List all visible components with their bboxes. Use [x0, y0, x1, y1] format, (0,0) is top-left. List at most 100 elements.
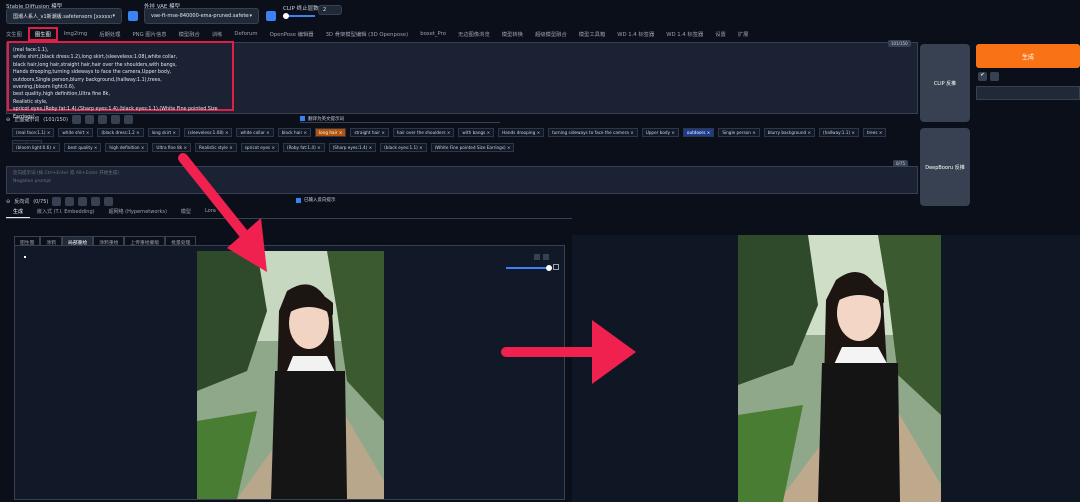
collapse-icon[interactable]: ⊖ — [6, 117, 10, 123]
close-icon[interactable]: × — [878, 130, 883, 135]
settings-icon[interactable] — [104, 197, 114, 206]
close-icon[interactable]: × — [629, 130, 634, 135]
prompt-tag[interactable]: best quality × — [63, 143, 102, 152]
close-icon[interactable]: × — [265, 130, 270, 135]
trash-icon[interactable] — [97, 115, 107, 124]
negative-option[interactable]: 已输入反向提示 — [296, 197, 336, 203]
translate-option[interactable]: 翻译为英文提示词 — [300, 115, 500, 123]
vae-select[interactable]: vae-ft-mse-840000-ema-pruned.safetensors… — [144, 8, 259, 24]
close-icon[interactable]: × — [85, 130, 90, 135]
prompt-tag[interactable]: with bangs × — [458, 128, 495, 137]
tab-item[interactable]: 模型工具箱 — [573, 30, 612, 38]
close-icon[interactable] — [543, 254, 549, 260]
tab-item[interactable]: 模型转换 — [496, 30, 529, 38]
clip-skip-slider-handle[interactable] — [283, 13, 289, 19]
paste-icon[interactable] — [84, 115, 94, 124]
close-icon[interactable]: × — [51, 145, 56, 150]
tab-item[interactable]: 超级模型融合 — [529, 30, 573, 38]
tab-item[interactable]: Img2img — [58, 31, 93, 37]
clip-interrogate-button[interactable]: CLIP 反推 — [920, 44, 970, 122]
tab-item[interactable]: boset_Pro — [414, 31, 452, 37]
prompt-tag[interactable]: (hallway:1.1) × — [818, 128, 859, 137]
close-icon[interactable]: × — [670, 130, 675, 135]
close-icon[interactable]: × — [850, 130, 855, 135]
prompt-tag[interactable]: outdoors × — [682, 128, 715, 137]
history-icon[interactable] — [91, 197, 101, 206]
prompt-tag[interactable]: blurry background × — [763, 128, 815, 137]
prompt-tag[interactable]: (black dress:1.2 × — [97, 128, 144, 137]
close-icon[interactable]: × — [316, 145, 321, 150]
settings-icon[interactable] — [123, 115, 133, 124]
tab-item[interactable]: OpenPose 编辑器 — [264, 30, 320, 38]
prompt-tag[interactable]: Hands drooping × — [498, 128, 545, 137]
close-icon[interactable]: × — [751, 130, 756, 135]
checkbox-icon[interactable] — [300, 116, 305, 121]
tab-item[interactable]: 3D 骨架模型编辑 (3D Openpose) — [320, 30, 415, 38]
edit-icon[interactable] — [534, 254, 540, 260]
close-icon[interactable]: × — [485, 130, 491, 135]
check-icon[interactable]: ✔ — [978, 72, 987, 81]
input-image[interactable] — [197, 251, 384, 499]
tab-item[interactable]: 图生图 — [27, 27, 58, 41]
prompt-tag[interactable]: white collar × — [236, 128, 274, 137]
clip-skip-input[interactable]: 2 — [318, 5, 342, 15]
tab-item[interactable]: 扩展 — [732, 30, 755, 38]
prompt-tag[interactable]: Upper body × — [641, 128, 679, 137]
close-icon[interactable]: × — [93, 145, 98, 150]
refresh-icon[interactable] — [266, 11, 276, 21]
tab-item[interactable]: 无边图像浏览 — [452, 30, 496, 38]
copy-icon[interactable] — [52, 197, 62, 206]
subtab-item[interactable]: 嵌入式 (T.I. Embedding) — [30, 206, 102, 218]
tab-item[interactable]: 后期处理 — [93, 30, 126, 38]
subtab-item[interactable]: 生成 — [6, 206, 31, 218]
generate-button[interactable]: 生成 — [976, 44, 1080, 68]
tab-item[interactable]: 文生图 — [0, 30, 28, 38]
prompt-tag[interactable]: turning sideways to face the camera × — [548, 128, 638, 137]
output-image[interactable] — [738, 235, 941, 502]
tab-item[interactable]: WD 1.4 标签器 — [611, 30, 660, 38]
tab-item[interactable]: 设置 — [709, 30, 732, 38]
close-icon[interactable]: × — [171, 130, 176, 135]
prompt-tag[interactable]: straight hair × — [350, 128, 389, 137]
tab-item[interactable]: WD 1.4 标签器 — [660, 30, 709, 38]
close-icon[interactable]: × — [140, 145, 145, 150]
refresh-icon[interactable] — [128, 11, 138, 21]
brush-icon[interactable] — [553, 264, 559, 270]
close-icon[interactable]: × — [338, 130, 343, 135]
prompt-tag[interactable]: black hair × — [277, 128, 312, 137]
prompt-tag[interactable]: (White Fine pointed Size Earrings) × — [430, 143, 515, 152]
tab-item[interactable]: 模型融合 — [173, 30, 206, 38]
close-icon[interactable]: × — [705, 130, 711, 135]
history-icon[interactable] — [110, 115, 120, 124]
close-icon[interactable]: × — [806, 130, 811, 135]
paste-icon[interactable] — [65, 197, 75, 206]
prompt-tag[interactable]: white shirt × — [58, 128, 94, 137]
prompt-tag[interactable]: (sleeveless:1.08) × — [183, 128, 233, 137]
prompt-tag[interactable]: long hair × — [315, 128, 347, 137]
deepbooru-interrogate-button[interactable]: DeepBooru 反推 — [920, 128, 970, 206]
subtab-item[interactable]: 超网络 (Hypernetworks) — [102, 206, 174, 218]
sd-model-select[interactable]: 国潮人系人_v1新潮版.safetensors [xxxxxxx] ▾ — [6, 8, 122, 24]
negative-textarea[interactable]: 反向提示词 (按 Ctrl+Enter 或 Alt+Enter 开始生成) Ne… — [6, 166, 918, 194]
prompt-tag[interactable]: (Sharp eyes:1.4) × — [328, 143, 377, 152]
close-icon[interactable]: × — [506, 145, 511, 150]
close-icon[interactable]: × — [302, 130, 308, 135]
prompt-tag[interactable]: high definition × — [105, 143, 149, 152]
copy-icon[interactable] — [71, 115, 81, 124]
prompt-tag[interactable]: long skirt × — [147, 128, 180, 137]
collapse-icon[interactable]: ⊖ — [6, 199, 10, 205]
close-icon[interactable]: × — [135, 130, 140, 135]
brush-size-slider[interactable] — [506, 267, 546, 269]
styles-select[interactable] — [976, 86, 1080, 100]
prompt-tag[interactable]: (bloom light:0.6) × — [12, 143, 60, 152]
close-icon[interactable]: × — [535, 130, 541, 135]
prompt-tag[interactable]: (real face:1.1) × — [12, 128, 55, 137]
tab-item[interactable]: Deforum — [228, 31, 263, 37]
tab-item[interactable]: 训练 — [206, 30, 229, 38]
close-icon[interactable]: × — [418, 145, 423, 150]
close-icon[interactable]: × — [46, 130, 51, 135]
prompt-tag[interactable]: (black eyes:1.1) × — [380, 143, 427, 152]
prompt-tag[interactable]: trees × — [862, 128, 887, 137]
close-icon[interactable]: × — [367, 145, 373, 150]
prompt-tag[interactable]: hair over the shoulders × — [392, 128, 455, 137]
